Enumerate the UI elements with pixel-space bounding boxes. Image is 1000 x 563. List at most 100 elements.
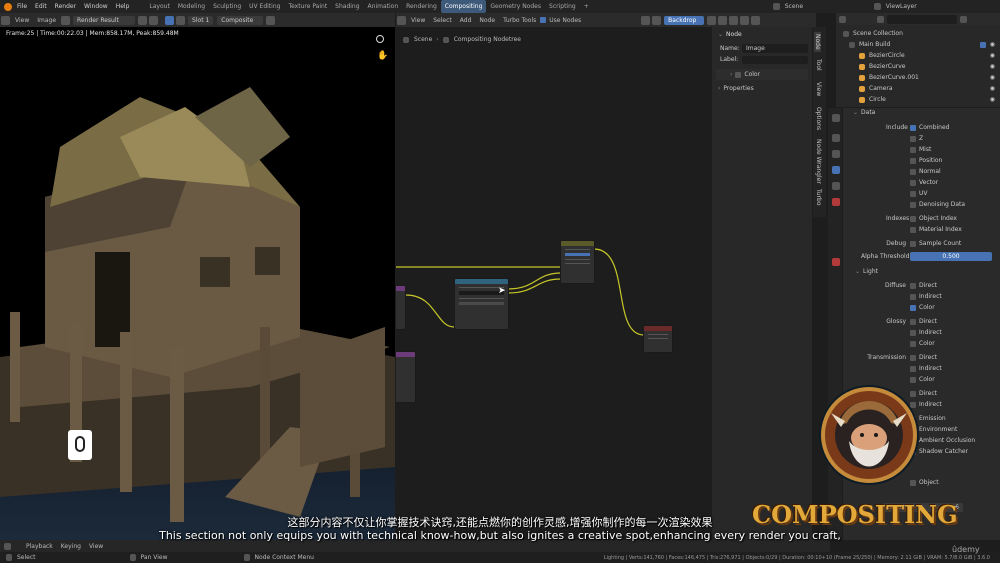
tab-geometry-nodes[interactable]: Geometry Nodes: [486, 0, 545, 13]
node-left-partial-1[interactable]: [396, 285, 406, 330]
outliner-item-beziercircle[interactable]: BezierCircle: [866, 52, 905, 59]
view-layer-selector[interactable]: ViewLayer: [882, 3, 921, 10]
pass-uv-checkbox[interactable]: [910, 190, 916, 197]
node-editor-type-icon[interactable]: [397, 15, 406, 25]
sidebar-node-header[interactable]: ⌄ Node: [712, 29, 812, 40]
glossy-direct-checkbox[interactable]: [910, 318, 916, 325]
close-image-icon[interactable]: [149, 15, 159, 25]
transmission-indirect-checkbox[interactable]: [910, 365, 916, 372]
color-checkbox[interactable]: [735, 71, 742, 78]
tab-compositing[interactable]: Compositing: [440, 0, 487, 13]
node-editor-canvas[interactable]: Scene › Compositing Nodetree ➤: [396, 27, 711, 540]
glossy-color-checkbox[interactable]: [910, 340, 916, 347]
sidebar-tab-view[interactable]: View: [815, 82, 822, 96]
node-node-menu[interactable]: Node: [475, 17, 499, 24]
blender-logo-icon[interactable]: [4, 2, 12, 11]
slot-selector[interactable]: Slot 1: [188, 15, 214, 25]
sidebar-tab-options[interactable]: Options: [815, 107, 822, 130]
node-left-partial-2[interactable]: [396, 351, 416, 403]
zoom-icon[interactable]: [376, 35, 384, 43]
outliner-item-camera[interactable]: Camera: [866, 85, 893, 92]
display-channels-icon[interactable]: [266, 15, 276, 25]
tab-sculpting[interactable]: Sculpting: [209, 0, 245, 13]
properties-panel-header[interactable]: › Properties: [712, 83, 812, 94]
beziercurve001-visibility-icon[interactable]: ◉: [990, 74, 995, 81]
glossy-indirect-checkbox[interactable]: [910, 329, 916, 336]
node-select-menu[interactable]: Select: [429, 17, 456, 24]
tab-uv-editing[interactable]: UV Editing: [245, 0, 284, 13]
pass-object-index-checkbox[interactable]: [910, 215, 916, 222]
node-add-menu[interactable]: Add: [456, 17, 476, 24]
outliner-search[interactable]: [887, 14, 957, 24]
light-panel-header[interactable]: ⌄ Light: [843, 266, 1000, 277]
hand-icon[interactable]: ✋: [377, 51, 388, 61]
outliner-item-beziercurve-001[interactable]: BezierCurve.001: [866, 74, 919, 81]
node-name-field[interactable]: Image: [742, 44, 808, 53]
sidebar-tab-node-wrangler[interactable]: Node Wrangler: [815, 139, 822, 184]
menu-edit[interactable]: Edit: [31, 3, 51, 10]
transmission-color-checkbox[interactable]: [910, 376, 916, 383]
world-tab-icon[interactable]: [832, 198, 840, 206]
pass-mist-checkbox[interactable]: [910, 146, 916, 153]
backdrop-green-icon[interactable]: [729, 15, 739, 25]
save-image-icon[interactable]: [138, 15, 148, 25]
node-composite[interactable]: [643, 325, 673, 353]
view-toggle-icon[interactable]: [165, 15, 175, 25]
sidebar-tab-node[interactable]: Node: [814, 32, 821, 52]
use-nodes-checkbox[interactable]: [540, 17, 547, 23]
tool-tab-icon[interactable]: [832, 114, 840, 122]
pass-sample-count-checkbox[interactable]: [910, 240, 916, 247]
render-viewport[interactable]: Frame:25 | Time:00:22.03 | Mem:858.17M, …: [0, 27, 395, 540]
tab-texture-paint[interactable]: Texture Paint: [284, 0, 331, 13]
editor-type-icon[interactable]: [1, 15, 10, 25]
alpha-threshold-field[interactable]: 0.500: [910, 252, 992, 261]
overlay-icon[interactable]: [176, 15, 186, 25]
image-menu[interactable]: Image: [33, 17, 60, 24]
timeline-type-icon[interactable]: [4, 542, 11, 550]
pass-denoising-checkbox[interactable]: [910, 201, 916, 208]
menu-help[interactable]: Help: [112, 3, 134, 10]
pass-vector-checkbox[interactable]: [910, 179, 916, 186]
image-browse-icon[interactable]: [61, 15, 71, 25]
pass-position-checkbox[interactable]: [910, 157, 916, 164]
pass-combined-checkbox[interactable]: [910, 124, 916, 131]
data-panel-header[interactable]: ⌄ Data: [843, 108, 1000, 118]
pass-selector[interactable]: Composite: [217, 15, 264, 25]
output-tab-icon[interactable]: [832, 150, 840, 158]
view-menu[interactable]: View: [11, 17, 33, 24]
node-mix[interactable]: [560, 240, 595, 284]
add-workspace-button[interactable]: +: [580, 0, 593, 13]
sidebar-tab-tool[interactable]: Tool: [815, 59, 822, 71]
outliner-item-circle[interactable]: Circle: [866, 96, 886, 103]
timeline-view-menu[interactable]: View: [85, 543, 107, 550]
tab-animation[interactable]: Animation: [364, 0, 403, 13]
backdrop-button[interactable]: Backdrop: [664, 15, 705, 25]
pin-icon[interactable]: [641, 15, 651, 25]
menu-window[interactable]: Window: [80, 3, 112, 10]
beziercircle-visibility-icon[interactable]: ◉: [990, 52, 995, 59]
sidebar-tab-turbo[interactable]: Turbo: [815, 189, 822, 206]
scene-selector[interactable]: Scene: [781, 3, 866, 10]
node-label-field[interactable]: [742, 55, 808, 64]
circle-visibility-icon[interactable]: ◉: [990, 96, 995, 103]
diffuse-indirect-checkbox[interactable]: [910, 293, 916, 300]
outliner-main-build[interactable]: Main Build: [856, 41, 890, 48]
tab-layout[interactable]: Layout: [145, 0, 173, 13]
main-build-include-checkbox[interactable]: [979, 41, 986, 48]
texture-tab-icon[interactable]: [832, 258, 840, 266]
backdrop-red-icon[interactable]: [718, 15, 728, 25]
node-view-menu[interactable]: View: [407, 17, 429, 24]
snap-icon[interactable]: [652, 15, 662, 25]
outliner-type-icon[interactable]: [839, 15, 846, 23]
tab-shading[interactable]: Shading: [331, 0, 363, 13]
transmission-direct-checkbox[interactable]: [910, 354, 916, 361]
pass-material-index-checkbox[interactable]: [910, 226, 916, 233]
backdrop-blue-icon[interactable]: [740, 15, 750, 25]
menu-render[interactable]: Render: [51, 3, 80, 10]
view-layer-tab-icon[interactable]: [832, 166, 840, 174]
filter-icon[interactable]: [877, 15, 884, 23]
diffuse-direct-checkbox[interactable]: [910, 282, 916, 289]
beziercurve-visibility-icon[interactable]: ◉: [990, 63, 995, 70]
backdrop-channel-icon[interactable]: [707, 15, 717, 25]
render-tab-icon[interactable]: [832, 134, 840, 142]
